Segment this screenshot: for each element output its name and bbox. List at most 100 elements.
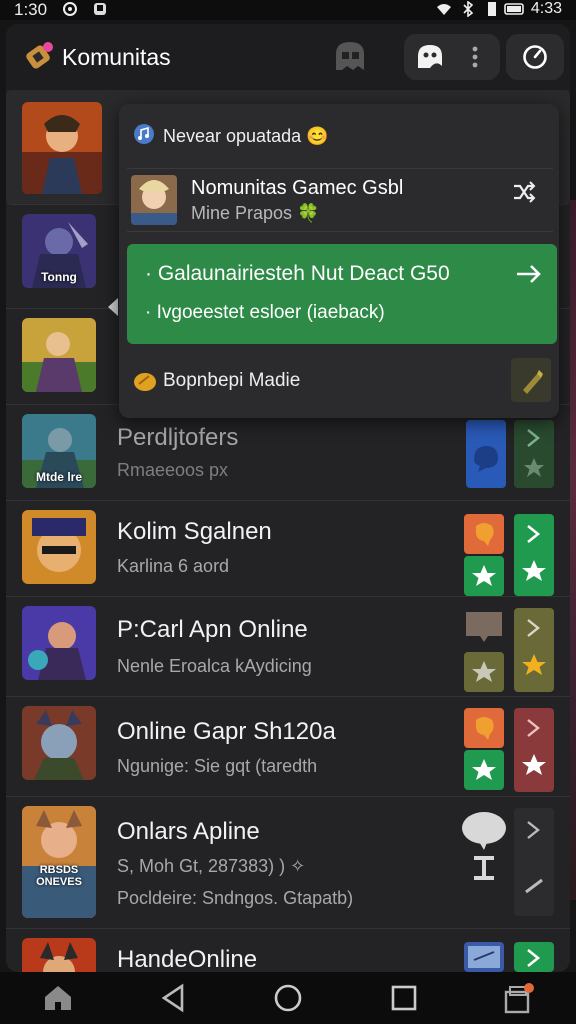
coin-icon: [134, 373, 156, 391]
game-thumbnail: [22, 706, 96, 780]
row-subtitle: Karlina 6 aord: [117, 556, 230, 576]
open-button[interactable]: [514, 608, 554, 692]
list-item[interactable]: HandeOnline: [6, 928, 570, 972]
open-button[interactable]: [514, 942, 554, 972]
edit-button[interactable]: [511, 358, 551, 402]
star-icon: [472, 661, 496, 682]
list-item[interactable]: P:Carl Apn Online Nenle Eroalca kAydicin…: [6, 596, 570, 697]
page-title: Komunitas: [62, 44, 171, 70]
list-item[interactable]: RBSDS ONEVES Onlars Apline S, Moh Gt, 28…: [6, 796, 570, 929]
list-item[interactable]: Mtde lre Perdljtofers Rmaeeoos px: [6, 404, 570, 501]
wifi-icon: [437, 4, 451, 15]
star-icon: [522, 654, 546, 675]
chat-bubble-icon: [476, 717, 494, 740]
battery-icon: [504, 3, 524, 15]
row-title: Onlars Apline: [117, 818, 260, 845]
orange-chat-button[interactable]: [464, 708, 504, 748]
chat-ghost-icon[interactable]: [416, 44, 444, 70]
footer-label: Bopnbepi Madie: [163, 370, 301, 391]
home-circle-icon[interactable]: [272, 982, 304, 1014]
music-note-icon: [134, 124, 154, 144]
star-icon: [472, 565, 496, 586]
more-options-icon[interactable]: [472, 46, 478, 68]
join-action-banner[interactable]: · Galaunairiesteh Nut Deact G50 · Ivgoee…: [127, 244, 557, 344]
battery-level: 4:33: [530, 0, 562, 17]
row-title: Perdljtofers: [117, 424, 239, 451]
sync-icon: [63, 2, 77, 16]
system-nav-bar: [0, 972, 576, 1024]
community-panel: Komunitas Tonng Mtde lre Perdljtofers Rm…: [6, 24, 570, 972]
media-button[interactable]: [464, 942, 504, 972]
open-button[interactable]: [514, 808, 554, 916]
game-thumbnail: [22, 606, 96, 680]
community-card[interactable]: Nomunitas Gamec Gsbl Mine Prapos 🍀: [127, 168, 553, 232]
game-thumbnail: [22, 102, 102, 194]
open-button[interactable]: [514, 514, 554, 596]
row-subtitle: Rmaeeoos px: [117, 460, 229, 480]
chevron-right-icon: [527, 821, 540, 839]
ghost-icon[interactable]: [332, 40, 368, 74]
arrow-right-icon: [517, 265, 541, 283]
home-icon[interactable]: [42, 982, 74, 1014]
row-subtitle-2: Pocldeire: Sndngos. Gtapatb): [117, 888, 354, 908]
card-title: Nomunitas Gamec Gsbl: [191, 177, 404, 199]
chevron-right-icon: [527, 948, 541, 968]
app-logo-icon: [26, 42, 53, 69]
bluetooth-icon: [463, 1, 474, 17]
timer-button[interactable]: [506, 34, 564, 80]
status-bar: 1:30 4:33: [0, 0, 576, 20]
favorite-button[interactable]: [514, 420, 554, 488]
olive-star-button[interactable]: [464, 652, 504, 692]
game-thumbnail: RBSDS ONEVES: [22, 806, 96, 918]
app-bar: Komunitas: [6, 24, 570, 90]
comment-button[interactable]: [458, 808, 510, 888]
orange-chat-button[interactable]: [464, 514, 504, 554]
popup-footer[interactable]: Bopnbepi Madie: [129, 358, 551, 404]
row-title: HandeOnline: [117, 946, 258, 972]
status-time: 1:30: [14, 0, 48, 19]
green-star-button[interactable]: [464, 556, 504, 596]
game-thumbnail: Mtde lre: [22, 414, 96, 488]
sim-icon: [488, 2, 496, 16]
banner-line-2: · Ivgoeestet esloer (iaeback): [145, 302, 385, 323]
list-item[interactable]: Online Gapr Sh120a Ngunige: Sie gqt (tar…: [6, 696, 570, 797]
pencil-icon: [523, 370, 543, 394]
pencil-icon: [525, 878, 543, 894]
row-subtitle: Nenle Eroalca kAydicing: [117, 656, 312, 676]
recents-icon[interactable]: [388, 982, 420, 1014]
green-star-button[interactable]: [464, 750, 504, 790]
comment-pin-icon: [462, 812, 506, 880]
comment-button[interactable]: [464, 608, 504, 648]
chat-bubble-icon: [474, 446, 498, 472]
game-thumbnail: Tonng: [22, 214, 96, 288]
card-subtitle: Mine Prapos 🍀: [191, 203, 320, 223]
game-thumbnail: [22, 318, 96, 392]
notification-popup: Nevear opuatada 😊 Nomunitas Gamec Gsbl M…: [119, 104, 559, 418]
chat-menu-group: [404, 34, 500, 80]
row-subtitle: Ngunige: Sie gqt (taredth: [117, 756, 318, 776]
game-thumbnail: [22, 510, 96, 584]
row-title: P:Carl Apn Online: [117, 616, 308, 643]
star-icon: [522, 560, 546, 581]
card-icon: [468, 946, 500, 968]
comment-icon: [466, 612, 502, 642]
star-icon: [522, 754, 546, 775]
list-item[interactable]: Kolim Sgalnen Karlina 6 aord: [6, 500, 570, 597]
shuffle-icon[interactable]: [511, 179, 537, 205]
row-subtitle: S, Moh Gt, 287383) ) ✧: [117, 856, 306, 876]
avatar: [131, 175, 177, 225]
star-icon: [524, 458, 544, 477]
chevron-right-icon: [527, 429, 541, 447]
apps-notification-icon[interactable]: [502, 982, 534, 1014]
chevron-right-icon: [527, 619, 540, 637]
timer-icon: [523, 45, 547, 69]
blue-chat-button[interactable]: [466, 420, 506, 488]
chevron-right-icon: [527, 524, 541, 544]
open-button[interactable]: [514, 708, 554, 792]
chevron-right-icon: [527, 719, 540, 737]
banner-line-1: · Galaunairiesteh Nut Deact G50: [145, 262, 450, 285]
star-icon: [472, 759, 496, 780]
row-title: Kolim Sgalnen: [117, 518, 272, 545]
game-thumbnail: [22, 938, 96, 972]
back-icon[interactable]: [158, 982, 190, 1014]
